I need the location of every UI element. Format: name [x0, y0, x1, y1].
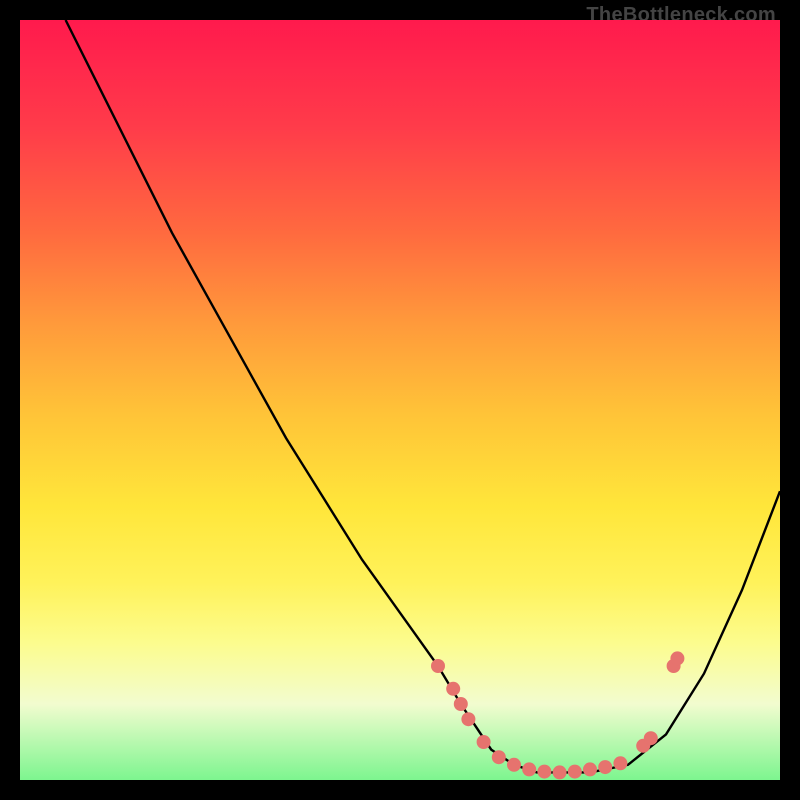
curve-marker: [431, 659, 445, 673]
curve-markers: [431, 651, 684, 779]
curve-marker: [568, 765, 582, 779]
curve-marker: [461, 712, 475, 726]
curve-marker: [492, 750, 506, 764]
curve-marker: [507, 758, 521, 772]
curve-marker: [537, 765, 551, 779]
curve-marker: [613, 756, 627, 770]
curve-marker: [553, 765, 567, 779]
curve-marker: [598, 760, 612, 774]
curve-marker: [670, 651, 684, 665]
curve-marker: [644, 731, 658, 745]
chart-svg: [20, 20, 780, 780]
curve-marker: [477, 735, 491, 749]
curve-marker: [454, 697, 468, 711]
curve-marker: [522, 762, 536, 776]
curve-marker: [446, 682, 460, 696]
curve-marker: [583, 762, 597, 776]
